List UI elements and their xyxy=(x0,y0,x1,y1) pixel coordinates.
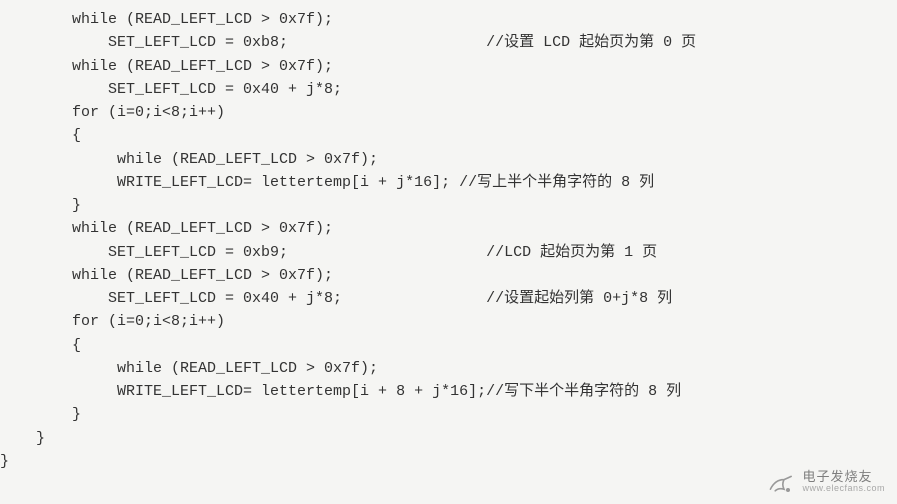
code-text: } xyxy=(0,403,81,426)
code-line: while (READ_LEFT_LCD > 0x7f); xyxy=(0,148,897,171)
code-text: SET_LEFT_LCD = 0xb8; xyxy=(0,31,288,54)
code-text: SET_LEFT_LCD = 0x40 + j*8; xyxy=(0,287,342,310)
code-text: while (READ_LEFT_LCD > 0x7f); xyxy=(0,217,333,240)
code-line: while (READ_LEFT_LCD > 0x7f); xyxy=(0,357,897,380)
code-block: while (READ_LEFT_LCD > 0x7f); SET_LEFT_L… xyxy=(0,0,897,473)
code-comment: //设置起始列第 0+j*8 列 xyxy=(342,287,672,310)
code-text: SET_LEFT_LCD = 0xb9; xyxy=(0,241,288,264)
code-text: } xyxy=(0,450,9,473)
code-text: while (READ_LEFT_LCD > 0x7f); xyxy=(0,55,333,78)
watermark: 电子发烧友 www.elecfans.com xyxy=(764,468,885,496)
code-line: SET_LEFT_LCD = 0x40 + j*8; //设置起始列第 0+j*… xyxy=(0,287,897,310)
code-line: WRITE_LEFT_LCD= lettertemp[i + j*16]; //… xyxy=(0,171,897,194)
code-comment: //设置 LCD 起始页为第 0 页 xyxy=(288,31,696,54)
code-line: for (i=0;i<8;i++) xyxy=(0,310,897,333)
code-line: while (READ_LEFT_LCD > 0x7f); xyxy=(0,8,897,31)
code-comment: //写上半个半角字符的 8 列 xyxy=(450,171,654,194)
code-text: SET_LEFT_LCD = 0x40 + j*8; xyxy=(0,78,342,101)
code-line: while (READ_LEFT_LCD > 0x7f); xyxy=(0,217,897,240)
code-text: WRITE_LEFT_LCD= lettertemp[i + j*16]; xyxy=(0,171,450,194)
code-text: WRITE_LEFT_LCD= lettertemp[i + 8 + j*16]… xyxy=(0,380,486,403)
code-line: for (i=0;i<8;i++) xyxy=(0,101,897,124)
code-comment: //LCD 起始页为第 1 页 xyxy=(288,241,657,264)
watermark-cn: 电子发烧友 xyxy=(802,470,885,484)
code-text: } xyxy=(0,194,81,217)
logo-icon xyxy=(764,468,796,496)
code-text: { xyxy=(0,334,81,357)
code-text: } xyxy=(0,427,45,450)
watermark-en: www.elecfans.com xyxy=(802,484,885,493)
code-text: for (i=0;i<8;i++) xyxy=(0,310,225,333)
code-text: while (READ_LEFT_LCD > 0x7f); xyxy=(0,264,333,287)
watermark-text: 电子发烧友 www.elecfans.com xyxy=(802,470,885,493)
code-line: } xyxy=(0,194,897,217)
code-text: while (READ_LEFT_LCD > 0x7f); xyxy=(0,148,378,171)
code-line: WRITE_LEFT_LCD= lettertemp[i + 8 + j*16]… xyxy=(0,380,897,403)
code-line: { xyxy=(0,334,897,357)
code-line: } xyxy=(0,427,897,450)
code-text: while (READ_LEFT_LCD > 0x7f); xyxy=(0,8,333,31)
code-text: for (i=0;i<8;i++) xyxy=(0,101,225,124)
code-line: SET_LEFT_LCD = 0x40 + j*8; xyxy=(0,78,897,101)
code-comment: //写下半个半角字符的 8 列 xyxy=(486,380,681,403)
code-line: } xyxy=(0,450,897,473)
code-text: { xyxy=(0,124,81,147)
code-line: while (READ_LEFT_LCD > 0x7f); xyxy=(0,264,897,287)
code-text: while (READ_LEFT_LCD > 0x7f); xyxy=(0,357,378,380)
code-line: SET_LEFT_LCD = 0xb9; //LCD 起始页为第 1 页 xyxy=(0,241,897,264)
code-line: SET_LEFT_LCD = 0xb8; //设置 LCD 起始页为第 0 页 xyxy=(0,31,897,54)
code-line: while (READ_LEFT_LCD > 0x7f); xyxy=(0,55,897,78)
code-line: { xyxy=(0,124,897,147)
code-line: } xyxy=(0,403,897,426)
